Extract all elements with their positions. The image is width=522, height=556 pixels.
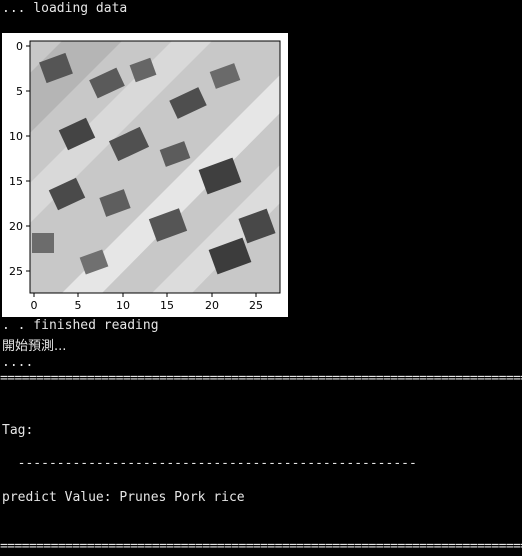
image-figure: 0 5 10 15 20 25 0 5 10 15 20 25 (2, 33, 288, 317)
console-tag-label: Tag: (2, 423, 34, 438)
console-dash-rule: ----------------------------------------… (2, 456, 417, 471)
console-loading-line: ... loading data (2, 1, 128, 16)
y-tick-label: 20 (9, 220, 23, 233)
grayscale-image-plot: 0 5 10 15 20 25 0 5 10 15 20 25 (9, 40, 281, 312)
pixel-image (30, 41, 280, 293)
x-tick-label: 0 (31, 299, 38, 312)
y-tick-label: 5 (16, 85, 23, 98)
console-dots-line: .... (2, 355, 34, 370)
y-axis: 0 5 10 15 20 25 (9, 40, 30, 278)
x-tick-label: 20 (205, 299, 219, 312)
console-start-predict-line: 開始預測... (2, 339, 67, 354)
y-tick-label: 10 (9, 130, 23, 143)
y-tick-label: 0 (16, 40, 23, 53)
console-separator: ========================================… (0, 373, 522, 385)
console-finished-line: . . finished reading (2, 318, 159, 333)
y-tick-label: 15 (9, 175, 23, 188)
x-tick-label: 10 (116, 299, 130, 312)
console-separator-bottom: ========================================… (0, 541, 522, 553)
console-predict-line: predict Value: Prunes Pork rice (2, 490, 245, 505)
x-tick-label: 25 (249, 299, 263, 312)
x-axis: 0 5 10 15 20 25 (31, 293, 263, 312)
x-tick-label: 15 (160, 299, 174, 312)
y-tick-label: 25 (9, 265, 23, 278)
x-tick-label: 5 (75, 299, 82, 312)
